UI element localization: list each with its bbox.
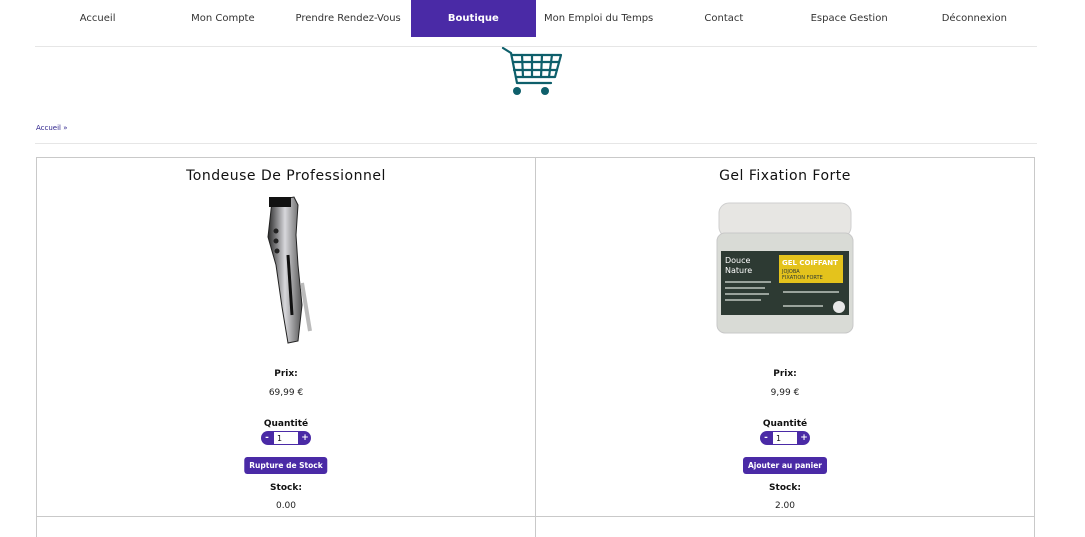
- quantity-input[interactable]: [273, 431, 299, 445]
- product-title: Tondeuse De Professionnel: [186, 168, 386, 184]
- hair-clipper-image: [267, 196, 312, 344]
- hair-gel-jar-image: Douce Nature GEL COIFFANT JOJOBA FIXATIO…: [716, 202, 854, 334]
- nav-contact[interactable]: Contact: [661, 0, 786, 37]
- quantity-input[interactable]: [772, 431, 798, 445]
- nav-deconnexion[interactable]: Déconnexion: [912, 0, 1037, 37]
- product-card: Gel Fixation Forte Douce Nature GEL COIF…: [535, 158, 1034, 537]
- quantity-label: Quantité: [263, 419, 309, 429]
- stock-label: Stock:: [769, 483, 801, 493]
- quantity-stepper: - +: [760, 431, 810, 445]
- nav-mon-compte[interactable]: Mon Compte: [160, 0, 285, 37]
- nav-mon-emploi-du-temps[interactable]: Mon Emploi du Temps: [536, 0, 661, 37]
- price-label: Prix:: [274, 369, 298, 379]
- add-to-cart-button[interactable]: Ajouter au panier: [743, 457, 827, 474]
- price-label: Prix:: [773, 369, 797, 379]
- main-nav: Accueil Mon Compte Prendre Rendez-Vous B…: [35, 0, 1037, 37]
- jar-title-text: GEL COIFFANT: [782, 259, 838, 267]
- quantity-decrement-button[interactable]: -: [760, 431, 772, 445]
- quantity-decrement-button[interactable]: -: [261, 431, 273, 445]
- price-value: 9,99 €: [770, 388, 800, 398]
- product-title: Gel Fixation Forte: [719, 168, 851, 184]
- price-value: 69,99 €: [268, 388, 304, 398]
- row-divider: [536, 516, 1034, 517]
- nav-boutique[interactable]: Boutique: [410, 0, 536, 37]
- quantity-increment-button[interactable]: +: [299, 431, 311, 445]
- nav-prendre-rendez-vous[interactable]: Prendre Rendez-Vous: [286, 0, 411, 37]
- breadcrumb-divider: [35, 143, 1037, 144]
- nav-espace-gestion[interactable]: Espace Gestion: [787, 0, 912, 37]
- quantity-label: Quantité: [762, 419, 808, 429]
- stock-value: 0.00: [275, 501, 297, 511]
- stock-label: Stock:: [270, 483, 302, 493]
- quantity-increment-button[interactable]: +: [798, 431, 810, 445]
- jar-brand-text: Douce: [725, 256, 751, 265]
- nav-accueil[interactable]: Accueil: [35, 0, 160, 37]
- product-card: Tondeuse De Professionnel Prix: 69,99 € …: [37, 158, 535, 537]
- quantity-stepper: - +: [261, 431, 311, 445]
- row-divider: [37, 516, 535, 517]
- shopping-cart-icon: [501, 46, 563, 95]
- jar-brand-text: Nature: [725, 266, 752, 275]
- jar-sub-text: FIXATION FORTE: [782, 275, 823, 281]
- stock-value: 2.00: [774, 501, 796, 511]
- breadcrumb-home[interactable]: Accueil »: [36, 124, 68, 132]
- out-of-stock-button[interactable]: Rupture de Stock: [244, 457, 328, 474]
- product-grid: Tondeuse De Professionnel Prix: 69,99 € …: [36, 157, 1035, 537]
